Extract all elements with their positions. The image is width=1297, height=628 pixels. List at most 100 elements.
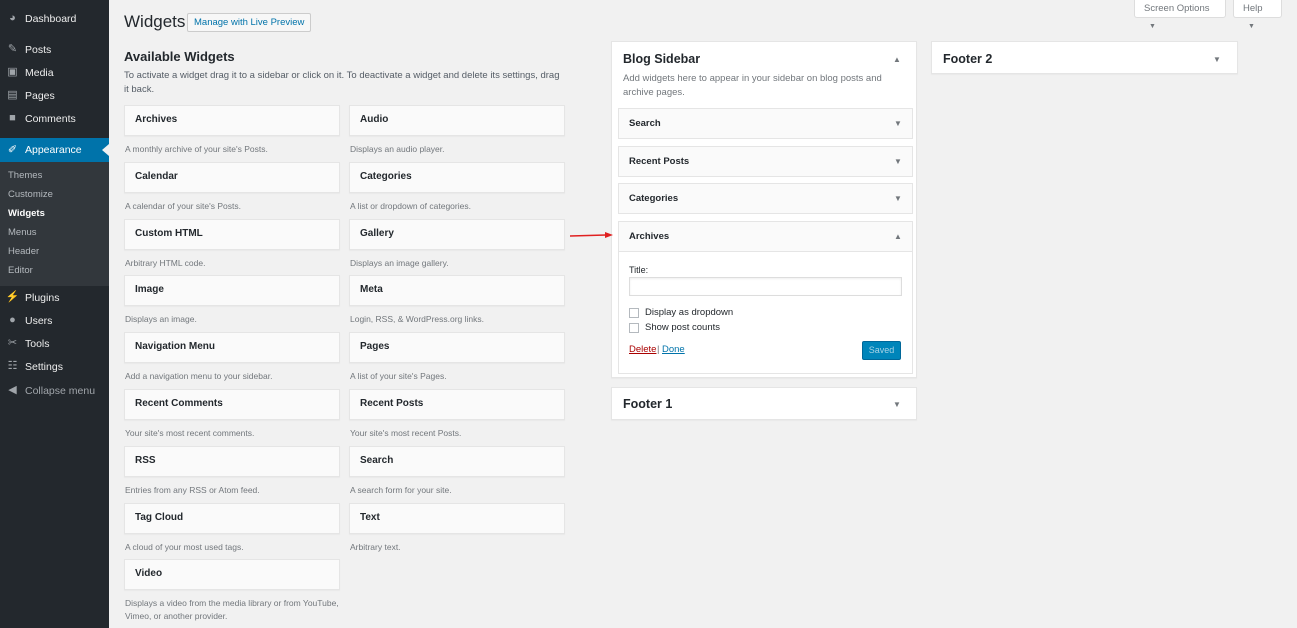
widget-name: Search: [360, 455, 394, 466]
menu-appearance[interactable]: ✐ Appearance: [0, 138, 109, 162]
display-dropdown-checkbox[interactable]: [629, 308, 639, 318]
done-link[interactable]: Done: [662, 344, 685, 355]
widget-title: Recent Posts: [629, 156, 690, 167]
submenu-themes[interactable]: Themes: [8, 170, 42, 181]
widget-text[interactable]: Text: [349, 503, 565, 534]
collapse-menu-button[interactable]: ◀ Collapse menu: [0, 379, 109, 402]
widget-audio[interactable]: Audio: [349, 105, 565, 136]
sidebar-widget-search[interactable]: Search ▼: [618, 108, 913, 139]
show-counts-label: Show post counts: [645, 322, 720, 333]
plug-icon: ⚡: [5, 291, 20, 303]
comment-icon: ■: [9, 112, 16, 124]
widget-recent-posts[interactable]: Recent Posts: [349, 389, 565, 420]
sidebar-widget-archives[interactable]: Archives ▲: [618, 221, 913, 252]
widget-description: A calendar of your site's Posts.: [125, 201, 241, 211]
submenu-customize[interactable]: Customize: [8, 189, 53, 200]
help-label: Help: [1243, 3, 1263, 14]
menu-comments[interactable]: ■ Comments: [0, 107, 109, 130]
admin-menu: ◕ Dashboard ✎ Posts ▣ Media ▤ Pages ■ Co…: [0, 0, 109, 628]
widget-tag-cloud[interactable]: Tag Cloud: [124, 503, 340, 534]
live-preview-button[interactable]: Manage with Live Preview: [187, 13, 312, 32]
delete-link[interactable]: Delete: [629, 344, 656, 355]
submenu-header[interactable]: Header: [8, 246, 39, 257]
submenu-menus[interactable]: Menus: [8, 227, 37, 238]
widget-description: Displays a video from the media library …: [125, 598, 339, 621]
widget-rss[interactable]: RSS: [124, 446, 340, 477]
widget-name: Navigation Menu: [135, 341, 216, 352]
widget-image[interactable]: Image: [124, 275, 340, 306]
sidebar-widget-recent-posts[interactable]: Recent Posts ▼: [618, 146, 913, 177]
menu-plugins[interactable]: ⚡ Plugins: [0, 286, 109, 309]
help-button[interactable]: Help ▼: [1233, 0, 1282, 30]
arrow-shaft: [569, 234, 607, 237]
menu-label: Pages: [25, 89, 55, 102]
widget-categories[interactable]: Categories: [349, 162, 565, 193]
widget-description: Login, RSS, & WordPress.org links.: [350, 314, 485, 324]
expand-down-icon[interactable]: ▼: [894, 194, 902, 203]
widget-description: A list or dropdown of categories.: [350, 201, 471, 211]
available-widgets-title: Available Widgets: [124, 49, 235, 64]
title-label: Title:: [629, 265, 649, 275]
widget-navigation-menu[interactable]: Navigation Menu: [124, 332, 340, 363]
menu-dashboard[interactable]: ◕ Dashboard: [0, 7, 109, 30]
widget-name: Audio: [360, 114, 389, 125]
title-input[interactable]: [629, 277, 902, 296]
widget-description: Entries from any RSS or Atom feed.: [125, 485, 260, 495]
sidebar-title[interactable]: Blog Sidebar: [623, 52, 700, 66]
sidebar-footer-1[interactable]: Footer 1 ▼: [611, 387, 917, 420]
screen-options-button[interactable]: Screen Options ▼: [1134, 0, 1226, 30]
menu-pages[interactable]: ▤ Pages: [0, 84, 109, 107]
menu-media[interactable]: ▣ Media: [0, 61, 109, 84]
menu-label: Plugins: [25, 291, 60, 304]
menu-settings[interactable]: ☷ Settings: [0, 355, 109, 378]
available-widgets-description: To activate a widget drag it to a sideba…: [124, 70, 560, 95]
widget-calendar[interactable]: Calendar: [124, 162, 340, 193]
widget-archives[interactable]: Archives: [124, 105, 340, 136]
collapse-up-icon[interactable]: ▲: [894, 232, 902, 241]
widget-description: Add a navigation menu to your sidebar.: [125, 371, 273, 381]
expand-down-icon[interactable]: ▼: [893, 400, 901, 409]
show-counts-checkbox[interactable]: [629, 323, 639, 333]
widget-name: Meta: [360, 284, 383, 295]
widget-pages[interactable]: Pages: [349, 332, 565, 363]
widget-description: Displays an image.: [125, 314, 197, 324]
expand-down-icon[interactable]: ▼: [1213, 55, 1221, 64]
widget-description: A cloud of your most used tags.: [125, 542, 244, 552]
menu-tools[interactable]: ✂ Tools: [0, 332, 109, 355]
sidebar-footer-2[interactable]: Footer 2 ▼: [931, 41, 1238, 74]
dashboard-icon: ◕: [9, 12, 16, 24]
widget-name: Archives: [135, 114, 178, 125]
widget-description: A monthly archive of your site's Posts.: [125, 144, 268, 154]
widget-video[interactable]: Video: [124, 559, 340, 590]
menu-label: Users: [25, 314, 53, 327]
expand-down-icon[interactable]: ▼: [894, 157, 902, 166]
collapse-label: Collapse menu: [25, 384, 96, 397]
screen-options-label: Screen Options: [1144, 3, 1210, 14]
menu-label: Appearance: [25, 144, 82, 156]
page-title: Widgets: [124, 12, 186, 31]
sidebar-widget-categories[interactable]: Categories ▼: [618, 183, 913, 214]
collapse-up-icon[interactable]: ▲: [893, 55, 901, 64]
menu-label: Media: [25, 66, 54, 79]
widget-gallery[interactable]: Gallery: [349, 219, 565, 250]
submenu-editor[interactable]: Editor: [8, 265, 33, 276]
menu-posts[interactable]: ✎ Posts: [0, 38, 109, 61]
widget-name: Video: [135, 568, 163, 579]
widget-search[interactable]: Search: [349, 446, 565, 477]
menu-users[interactable]: ● Users: [0, 309, 109, 332]
expand-down-icon[interactable]: ▼: [894, 119, 902, 128]
menu-label: Tools: [25, 337, 50, 350]
widget-recent-comments[interactable]: Recent Comments: [124, 389, 340, 420]
submenu-widgets[interactable]: Widgets: [8, 208, 45, 219]
chevron-down-icon: ▼: [1248, 23, 1255, 30]
saved-button[interactable]: Saved: [862, 341, 901, 360]
sidebar-description: Add widgets here to appear in your sideb…: [623, 73, 882, 98]
collapse-icon: ◀: [8, 384, 17, 396]
widget-meta[interactable]: Meta: [349, 275, 565, 306]
widget-name: Text: [360, 512, 380, 523]
sidebar-title: Footer 2: [943, 52, 993, 66]
menu-label: Settings: [25, 360, 63, 373]
menu-label: Posts: [25, 43, 52, 56]
widget-custom-html[interactable]: Custom HTML: [124, 219, 340, 250]
widget-name: Pages: [360, 341, 390, 352]
